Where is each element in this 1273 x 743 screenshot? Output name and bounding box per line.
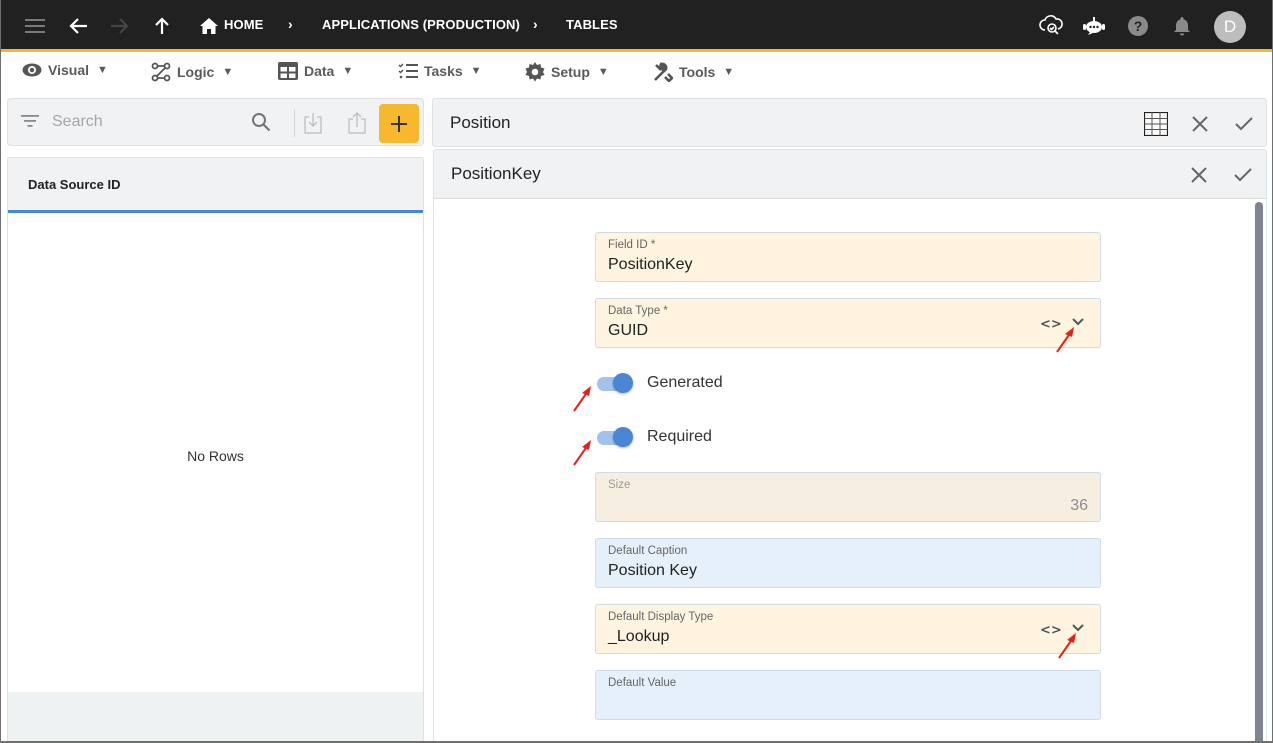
menu-tasks[interactable]: Tasks ▼ (398, 62, 482, 80)
generated-toggle[interactable]: Generated (595, 370, 723, 396)
data-list: Data Source ID No Rows (7, 157, 424, 743)
default-display-type-value: _Lookup (608, 628, 670, 645)
record-title: Position (450, 113, 511, 132)
data-type-select[interactable]: Data Type * GUID <> (595, 298, 1101, 348)
required-label: Required (647, 428, 712, 445)
field-form-panel: PositionKey Field ID * PositionKey Data … (433, 149, 1267, 743)
close-icon[interactable] (1186, 162, 1212, 188)
app-bar: HOME › APPLICATIONS (PRODUCTION) › TABLE… (0, 0, 1273, 52)
menu-data[interactable]: Data ▼ (278, 62, 353, 80)
logic-icon (151, 62, 171, 82)
eye-icon (22, 63, 42, 77)
menu-logic-label: Logic (177, 64, 215, 80)
caret-down-icon: ▼ (222, 66, 234, 78)
column-header-data-source-id: Data Source ID (28, 177, 121, 192)
field-form-title: PositionKey (451, 164, 541, 183)
gear-icon (525, 62, 545, 82)
help-icon[interactable]: ? (1122, 10, 1154, 42)
import-icon[interactable] (303, 111, 323, 135)
menu-logic[interactable]: Logic ▼ (151, 62, 233, 82)
chevron-right-icon: › (288, 16, 293, 32)
breadcrumb-applications[interactable]: APPLICATIONS (PRODUCTION) (322, 17, 520, 32)
caret-down-icon: ▼ (342, 65, 354, 77)
menu-data-label: Data (304, 63, 335, 79)
default-display-type-label: Default Display Type (608, 611, 714, 623)
grid-view-icon[interactable] (1143, 111, 1169, 137)
code-icon[interactable]: <> (1040, 317, 1062, 332)
menu-tools[interactable]: Tools ▼ (653, 62, 734, 82)
search-icon[interactable] (250, 111, 272, 133)
filter-icon[interactable] (20, 112, 40, 130)
search-input[interactable] (52, 111, 232, 133)
check-icon[interactable] (1231, 111, 1257, 137)
menu-tasks-label: Tasks (424, 63, 463, 79)
chevron-right-icon: › (533, 16, 538, 32)
list-footer (8, 692, 423, 742)
close-icon[interactable] (1187, 111, 1213, 137)
toggle-switch[interactable] (595, 370, 635, 396)
field-form-header: PositionKey (434, 150, 1266, 199)
svg-text:?: ? (1134, 18, 1143, 34)
divider (294, 109, 295, 137)
menu-tools-label: Tools (679, 64, 716, 80)
record-header: Position (432, 98, 1267, 147)
default-value-input[interactable]: Default Value (595, 670, 1101, 720)
caret-down-icon: ▼ (470, 65, 482, 77)
default-caption-input[interactable]: Default Caption Position Key (595, 538, 1101, 588)
table-icon (278, 62, 298, 80)
data-type-label: Data Type * (608, 305, 668, 317)
default-value-label: Default Value (608, 677, 677, 689)
field-id-input[interactable]: Field ID * PositionKey (595, 232, 1101, 282)
list-toolbar (7, 98, 424, 146)
size-value: 36 (1070, 497, 1088, 514)
default-caption-value: Position Key (608, 562, 697, 579)
menu-visual[interactable]: Visual ▼ (22, 62, 108, 78)
export-icon[interactable] (347, 111, 367, 135)
tools-icon (654, 62, 673, 82)
list-column-header[interactable]: Data Source ID (8, 158, 423, 213)
scrollbar[interactable] (1255, 202, 1263, 742)
add-button[interactable] (379, 104, 419, 143)
default-caption-label: Default Caption (608, 545, 688, 557)
menu-visual-label: Visual (48, 62, 89, 78)
size-label: Size (608, 479, 631, 491)
generated-label: Generated (647, 374, 723, 391)
toggle-switch[interactable] (595, 424, 635, 450)
chevron-down-icon[interactable] (1071, 317, 1085, 327)
default-display-type-select[interactable]: Default Display Type _Lookup <> (595, 604, 1101, 654)
field-id-value: PositionKey (608, 256, 693, 273)
home-icon[interactable] (193, 10, 225, 42)
field-id-label: Field ID * (608, 239, 656, 251)
chevron-down-icon[interactable] (1071, 623, 1085, 633)
menu-setup[interactable]: Setup ▼ (525, 62, 609, 82)
chatbot-icon[interactable] (1078, 10, 1110, 42)
caret-down-icon: ▼ (723, 66, 735, 78)
bell-icon[interactable] (1166, 10, 1198, 42)
check-icon[interactable] (1230, 162, 1256, 188)
up-arrow-icon[interactable] (146, 10, 178, 42)
data-type-value: GUID (608, 322, 648, 339)
menu-icon[interactable] (19, 10, 51, 42)
size-input: Size 36 (595, 472, 1101, 522)
forward-arrow-icon[interactable] (103, 10, 135, 42)
cloud-check-icon[interactable] (1035, 10, 1067, 42)
empty-state: No Rows (187, 448, 244, 464)
plus-icon (391, 115, 407, 132)
code-icon[interactable]: <> (1040, 623, 1062, 638)
back-arrow-icon[interactable] (63, 10, 95, 42)
avatar[interactable]: D (1214, 11, 1246, 43)
tasks-icon (398, 63, 418, 79)
menu-setup-label: Setup (551, 64, 590, 80)
menu-bar: Visual ▼ Logic ▼ Data ▼ Tasks ▼ Setup ▼ … (0, 55, 1273, 135)
breadcrumb-home[interactable]: HOME (224, 17, 263, 32)
caret-down-icon: ▼ (97, 64, 108, 76)
caret-down-icon: ▼ (597, 66, 609, 78)
required-toggle[interactable]: Required (595, 424, 712, 450)
breadcrumb-tables[interactable]: TABLES (566, 17, 618, 32)
